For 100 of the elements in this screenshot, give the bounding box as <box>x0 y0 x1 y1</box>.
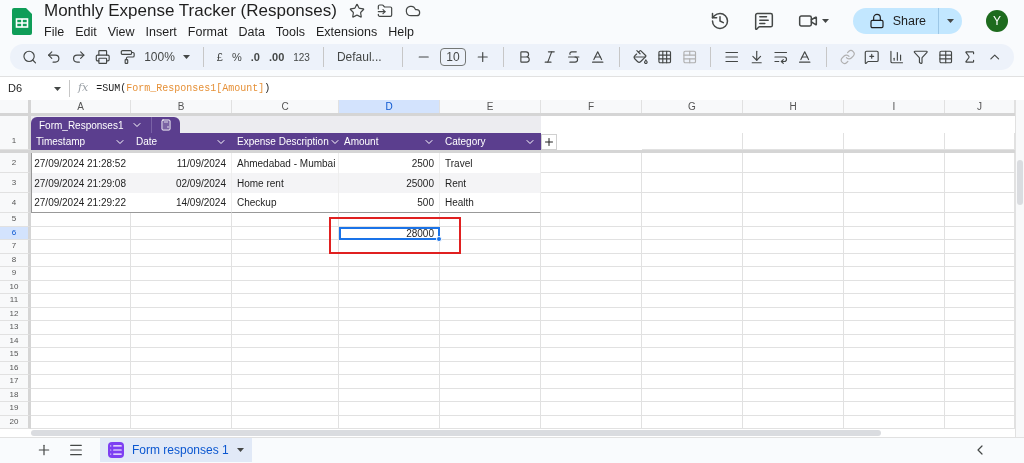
grid-cell[interactable] <box>642 388 743 402</box>
grid-cell[interactable] <box>743 267 844 281</box>
row-header[interactable]: 5 <box>0 213 31 227</box>
grid-cell[interactable] <box>541 375 642 389</box>
grid-cell[interactable] <box>232 280 339 294</box>
column-header[interactable]: A <box>31 100 131 113</box>
grid-cell[interactable] <box>440 375 541 389</box>
grid-cell[interactable] <box>31 267 131 281</box>
grid-cell[interactable] <box>131 321 232 335</box>
grid-cell[interactable] <box>642 280 743 294</box>
column-header[interactable]: E <box>440 100 541 113</box>
grid-cell[interactable] <box>642 321 743 335</box>
grid-cell[interactable] <box>131 253 232 267</box>
grid-cell[interactable] <box>844 213 945 227</box>
grid-cell[interactable] <box>642 240 743 254</box>
grid-cell[interactable] <box>31 213 131 227</box>
grid-cell[interactable] <box>743 348 844 362</box>
borders-icon[interactable] <box>657 49 673 65</box>
grid-cell[interactable] <box>131 267 232 281</box>
grid-cell[interactable] <box>642 307 743 321</box>
grid-cell[interactable] <box>642 294 743 308</box>
grid-cell[interactable] <box>844 133 945 150</box>
horizontal-align-icon[interactable] <box>724 49 740 65</box>
grid-cell[interactable] <box>642 226 743 240</box>
grid-cell[interactable] <box>232 294 339 308</box>
grid-cell[interactable] <box>31 321 131 335</box>
table-column-header[interactable]: Amount <box>339 133 440 150</box>
grid-cell[interactable] <box>844 153 945 173</box>
grid-cell[interactable] <box>339 280 440 294</box>
table-icon[interactable] <box>937 49 953 65</box>
vertical-scrollbar[interactable] <box>1017 160 1023 205</box>
grid-cell[interactable] <box>743 321 844 335</box>
font-select[interactable]: Defaul... <box>336 48 389 66</box>
grid-cell[interactable] <box>131 375 232 389</box>
grid-cell[interactable] <box>642 173 743 193</box>
grid-cell[interactable] <box>642 193 743 213</box>
grid-cell[interactable] <box>642 334 743 348</box>
grid-cell[interactable] <box>440 213 541 227</box>
column-header[interactable]: I <box>844 100 945 113</box>
menu-item[interactable]: Edit <box>75 22 97 42</box>
grid-cell[interactable] <box>541 402 642 416</box>
grid-cell[interactable] <box>440 253 541 267</box>
grid-cell[interactable] <box>642 133 743 150</box>
percent-format-button[interactable]: % <box>232 48 242 66</box>
number-format-button[interactable]: 123 <box>293 49 310 65</box>
grid-cell[interactable] <box>339 388 440 402</box>
menu-item[interactable]: Format <box>187 22 228 42</box>
grid-cell[interactable] <box>31 375 131 389</box>
column-header[interactable]: B <box>131 100 232 113</box>
grid-cell[interactable] <box>844 402 945 416</box>
search-icon[interactable] <box>22 49 38 65</box>
grid-cell[interactable] <box>31 334 131 348</box>
bold-icon[interactable] <box>517 49 533 65</box>
link-icon[interactable] <box>839 49 856 65</box>
grid-cell[interactable] <box>339 375 440 389</box>
row-header[interactable]: 15 <box>0 348 31 362</box>
grid-cell[interactable] <box>339 321 440 335</box>
text-wrap-icon[interactable] <box>772 49 789 65</box>
table-column-header[interactable]: Timestamp <box>31 133 131 150</box>
grid-cell[interactable] <box>642 361 743 375</box>
grid-cell[interactable] <box>844 321 945 335</box>
grid-cell[interactable] <box>743 307 844 321</box>
increase-decimals-button[interactable]: .00 <box>268 48 285 66</box>
menu-item[interactable]: Tools <box>275 22 306 42</box>
grid-cell[interactable] <box>844 193 945 213</box>
row-header[interactable]: 2 <box>0 153 31 173</box>
menu-item[interactable]: View <box>107 22 135 42</box>
share-button[interactable]: Share <box>852 8 939 34</box>
column-header[interactable]: H <box>743 100 844 113</box>
filter-icon[interactable] <box>913 49 929 65</box>
undo-icon[interactable] <box>46 49 62 65</box>
strikethrough-icon[interactable] <box>565 49 582 65</box>
column-header[interactable]: G <box>642 100 743 113</box>
add-column-button[interactable] <box>541 133 557 150</box>
share-dropdown-button[interactable] <box>939 8 962 34</box>
grid-cell[interactable] <box>339 267 440 281</box>
grid-cell[interactable] <box>642 375 743 389</box>
grid-cell[interactable] <box>440 348 541 362</box>
row-header[interactable]: 4 <box>0 193 31 213</box>
grid-cell[interactable] <box>339 253 440 267</box>
grid-cell[interactable] <box>339 348 440 362</box>
font-size-field[interactable]: 10 <box>440 48 466 66</box>
grid-cell[interactable] <box>232 253 339 267</box>
row-header[interactable]: 17 <box>0 375 31 389</box>
grid-cell[interactable] <box>31 226 131 240</box>
grid-cell[interactable] <box>131 294 232 308</box>
grid-cell[interactable] <box>232 307 339 321</box>
merge-cells-icon[interactable] <box>681 49 698 65</box>
grid-cell[interactable] <box>31 388 131 402</box>
sheets-logo[interactable] <box>12 7 32 35</box>
menu-item[interactable]: Extensions <box>316 22 378 42</box>
grid-cell[interactable] <box>541 240 642 254</box>
grid-cell[interactable] <box>232 226 339 240</box>
grid-cell[interactable] <box>339 361 440 375</box>
grid-cell[interactable] <box>541 193 642 213</box>
grid-cell[interactable] <box>844 348 945 362</box>
chart-icon[interactable] <box>888 49 905 65</box>
move-folder-icon[interactable] <box>376 2 393 19</box>
grid-cell[interactable] <box>541 307 642 321</box>
grid-cell[interactable] <box>131 213 232 227</box>
